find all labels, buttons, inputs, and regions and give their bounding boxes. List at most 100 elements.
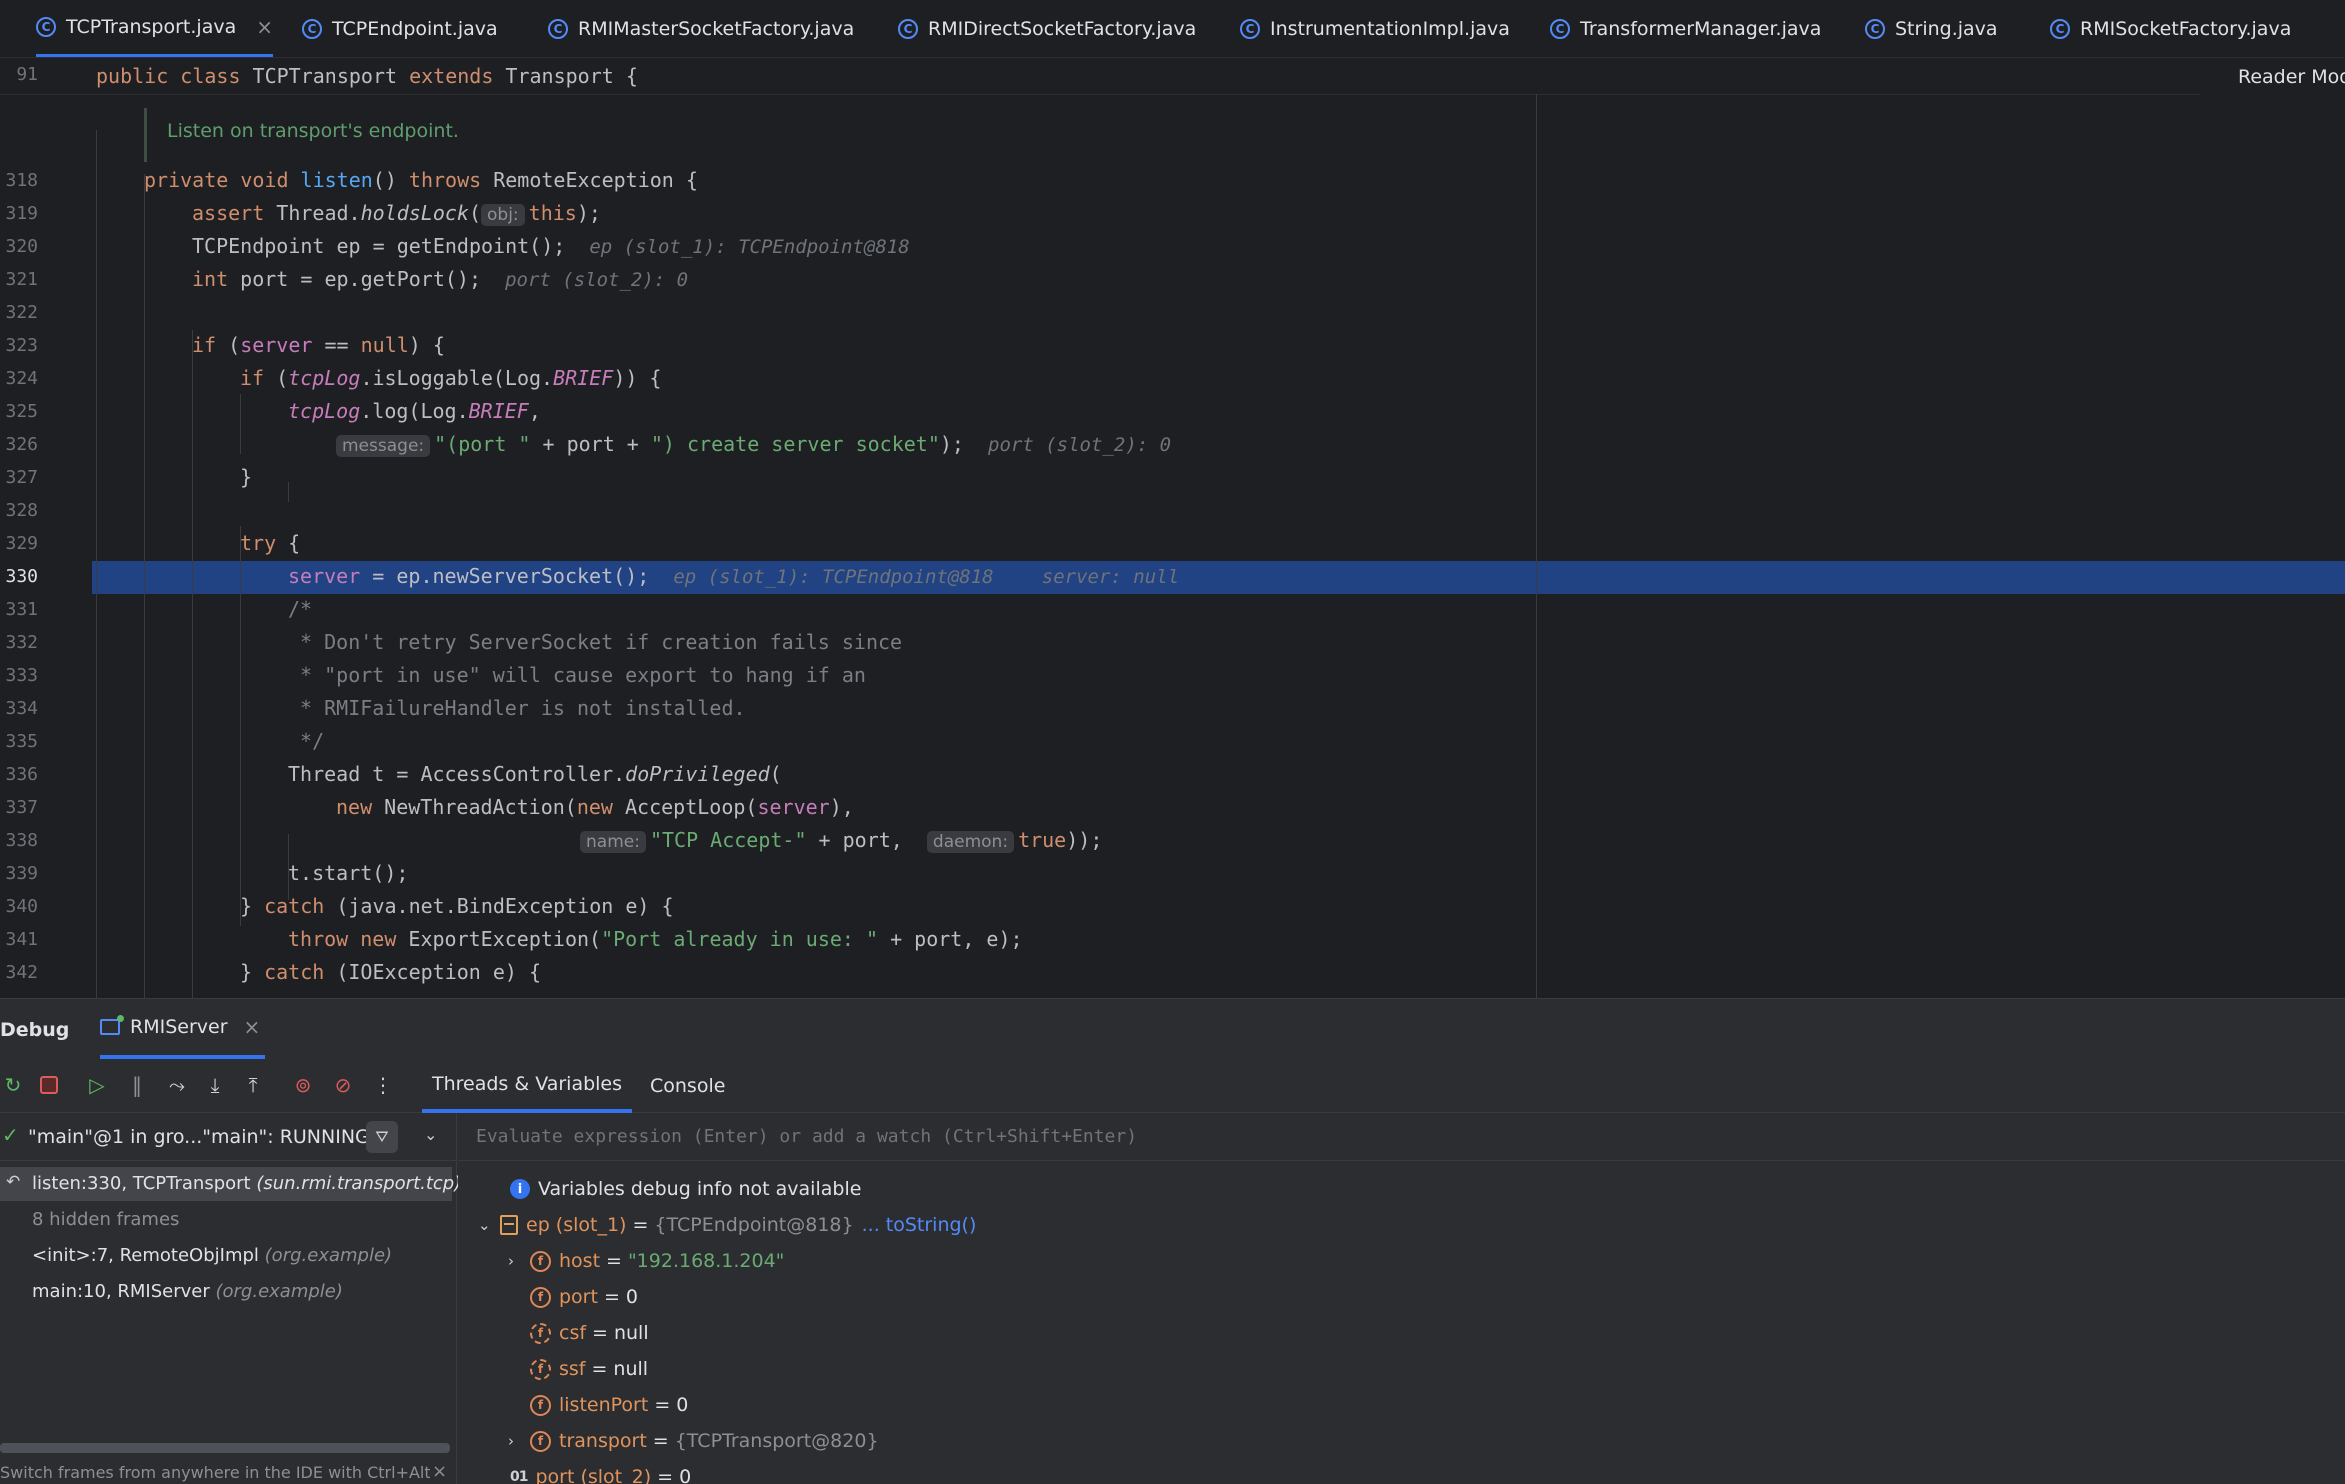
code-line-334: * RMIFailureHandler is not installed. <box>288 696 746 720</box>
inline-value-hint: port (slot_2): 0 <box>505 269 689 291</box>
variable-ssf[interactable]: f ssf = null <box>530 1352 648 1386</box>
doc-comment-text: Listen on transport's endpoint. <box>167 120 459 142</box>
param-hint: message: <box>336 435 431 457</box>
class-icon: C <box>548 19 568 39</box>
line-number: 335 <box>5 731 38 752</box>
stack-frame[interactable]: main:10, RMIServer (org.example) <box>0 1275 452 1309</box>
close-tip-icon[interactable]: × <box>432 1461 447 1482</box>
line-number: 318 <box>5 170 38 191</box>
evaluate-expression-input[interactable] <box>458 1113 2345 1161</box>
variable-host[interactable]: › f host = "192.168.1.204" <box>508 1244 784 1278</box>
line-number: 91 <box>16 64 38 85</box>
editor-tab-bar: C TCPTransport.java × C TCPEndpoint.java… <box>0 0 2345 58</box>
tab-tcpendpoint[interactable]: C TCPEndpoint.java <box>302 0 498 57</box>
line-number: 342 <box>5 962 38 983</box>
line-number: 331 <box>5 599 38 620</box>
tostring-link[interactable]: ... toString() <box>862 1214 977 1236</box>
thread-selector[interactable]: ✓ "main"@1 in gro..."main": RUNNING ⛛ ⌄ <box>0 1113 457 1161</box>
tab-console[interactable]: Console <box>650 1059 725 1113</box>
code-line-335: */ <box>288 729 325 753</box>
code-line-336: Thread t = AccessController.doPrivileged… <box>288 762 782 786</box>
inline-value-hint: ep (slot_1): TCPEndpoint@818 <box>673 566 994 588</box>
chevron-down-icon[interactable]: ⌄ <box>478 1216 500 1234</box>
close-tab-icon[interactable]: × <box>256 15 273 39</box>
tab-transformermanager[interactable]: C TransformerManager.java <box>1550 0 1822 57</box>
var-value: 0 <box>625 1286 638 1308</box>
session-tab-rmiserver[interactable]: RMIServer × <box>100 999 265 1059</box>
stack-frame[interactable]: <init>:7, RemoteObjImpl (org.example) <box>0 1239 452 1273</box>
class-icon: C <box>36 17 56 37</box>
var-name: host <box>559 1250 601 1272</box>
variable-listenport[interactable]: f listenPort = 0 <box>530 1388 688 1422</box>
tab-rmidirectsocketfactory[interactable]: C RMIDirectSocketFactory.java <box>898 0 1197 57</box>
variable-port[interactable]: f port = 0 <box>530 1280 638 1314</box>
tab-tcptransport[interactable]: C TCPTransport.java × <box>36 0 273 57</box>
variables-info: i Variables debug info not available <box>510 1172 861 1206</box>
code-line-341: throw new ExportException("Port already … <box>288 927 1023 951</box>
tab-string[interactable]: C String.java <box>1865 0 1998 57</box>
tab-rmimastersocketfactory[interactable]: C RMIMasterSocketFactory.java <box>548 0 854 57</box>
param-hint: name: <box>580 831 646 853</box>
filter-icon[interactable]: ⛛ <box>366 1121 398 1153</box>
line-number: 321 <box>5 269 38 290</box>
variable-transport[interactable]: › f transport = {TCPTransport@820} <box>508 1424 879 1458</box>
close-session-icon[interactable]: × <box>244 1015 261 1039</box>
tab-instrumentationimpl[interactable]: C InstrumentationImpl.java <box>1240 0 1510 57</box>
primitive-icon: 01 <box>510 1469 529 1484</box>
variable-port-slot2[interactable]: 01 port (slot_2) = 0 <box>510 1460 691 1484</box>
indent-guide <box>192 330 193 998</box>
hidden-frames[interactable]: 8 hidden frames <box>0 1203 452 1237</box>
rerun-icon[interactable]: ↻ <box>0 1072 26 1098</box>
indent-guide <box>240 394 241 454</box>
field-icon: f <box>530 1430 551 1452</box>
frame-package: (sun.rmi.transport.tcp) <box>256 1173 462 1194</box>
tab-rmisocketfactory[interactable]: C RMISocketFactory.java <box>2050 0 2291 57</box>
var-value: 0 <box>676 1394 689 1416</box>
frames-scrollbar[interactable] <box>0 1443 450 1453</box>
tab-threads-variables[interactable]: Threads & Variables <box>422 1059 632 1113</box>
frames-pane: ✓ "main"@1 in gro..."main": RUNNING ⛛ ⌄ … <box>0 1113 461 1484</box>
step-over-icon[interactable]: ⤳ <box>164 1072 190 1098</box>
code-line-327: } <box>240 465 253 489</box>
line-number: 324 <box>5 368 38 389</box>
line-number: 319 <box>5 203 38 224</box>
code-line-339: t.start(); <box>288 861 409 885</box>
var-value: null <box>613 1322 649 1344</box>
line-number: 329 <box>5 533 38 554</box>
view-breakpoints-icon[interactable]: ⊚ <box>290 1072 316 1098</box>
more-icon[interactable]: ⋮ <box>370 1072 396 1098</box>
chevron-right-icon[interactable]: › <box>508 1432 530 1450</box>
tab-label: TCPEndpoint.java <box>332 18 498 40</box>
inline-value-hint: ep (slot_1): TCPEndpoint@818 <box>589 236 910 258</box>
chevron-right-icon[interactable]: › <box>508 1252 530 1270</box>
tab-label: TCPTransport.java <box>66 16 237 38</box>
code-line-342: } catch (IOException e) { <box>240 960 542 984</box>
reader-mode-button[interactable]: Reader Mode <box>2238 66 2345 88</box>
stack-frame[interactable]: ↶ listen:330, TCPTransport (sun.rmi.tran… <box>0 1167 461 1201</box>
mute-breakpoints-icon[interactable]: ⊘ <box>330 1072 356 1098</box>
step-out-icon[interactable]: ⤒ <box>240 1072 266 1098</box>
var-value: {TCPTransport@820} <box>674 1430 879 1452</box>
pause-icon[interactable]: ‖ <box>124 1072 150 1098</box>
variable-csf[interactable]: f csf = null <box>530 1316 649 1350</box>
code-line-325: tcpLog.log(Log.BRIEF, <box>288 399 541 423</box>
resume-icon[interactable]: ▷ <box>84 1072 110 1098</box>
frames-tip: Switch frames from anywhere in the IDE w… <box>0 1463 430 1482</box>
step-into-icon[interactable]: ⤓ <box>202 1072 228 1098</box>
variable-ep[interactable]: ⌄ ep (slot_1) = {TCPEndpoint@818} ... to… <box>478 1208 976 1242</box>
tab-label: TransformerManager.java <box>1580 18 1822 40</box>
debug-tool-window: Debug RMIServer × ↻ ▷ ‖ ⤳ ⤓ ⤒ ⊚ ⊘ ⋮ Thre… <box>0 998 2345 1484</box>
frame-method: <init>:7, RemoteObjImpl <box>32 1245 259 1266</box>
stop-icon[interactable] <box>36 1072 62 1098</box>
object-icon <box>500 1215 518 1235</box>
code-line-330: server = ep.newServerSocket(); ep (slot_… <box>288 564 1180 588</box>
code-editor[interactable]: Listen on transport's endpoint. Reader M… <box>0 58 2345 998</box>
field-icon: f <box>530 1286 551 1308</box>
chevron-down-icon[interactable]: ⌄ <box>424 1125 437 1144</box>
tab-label: RMIDirectSocketFactory.java <box>928 18 1197 40</box>
indent-guide <box>240 526 241 926</box>
line-number: 323 <box>5 335 38 356</box>
line-number: 327 <box>5 467 38 488</box>
var-value: "192.168.1.204" <box>627 1250 785 1272</box>
code-line-320: TCPEndpoint ep = getEndpoint(); ep (slot… <box>192 234 910 258</box>
